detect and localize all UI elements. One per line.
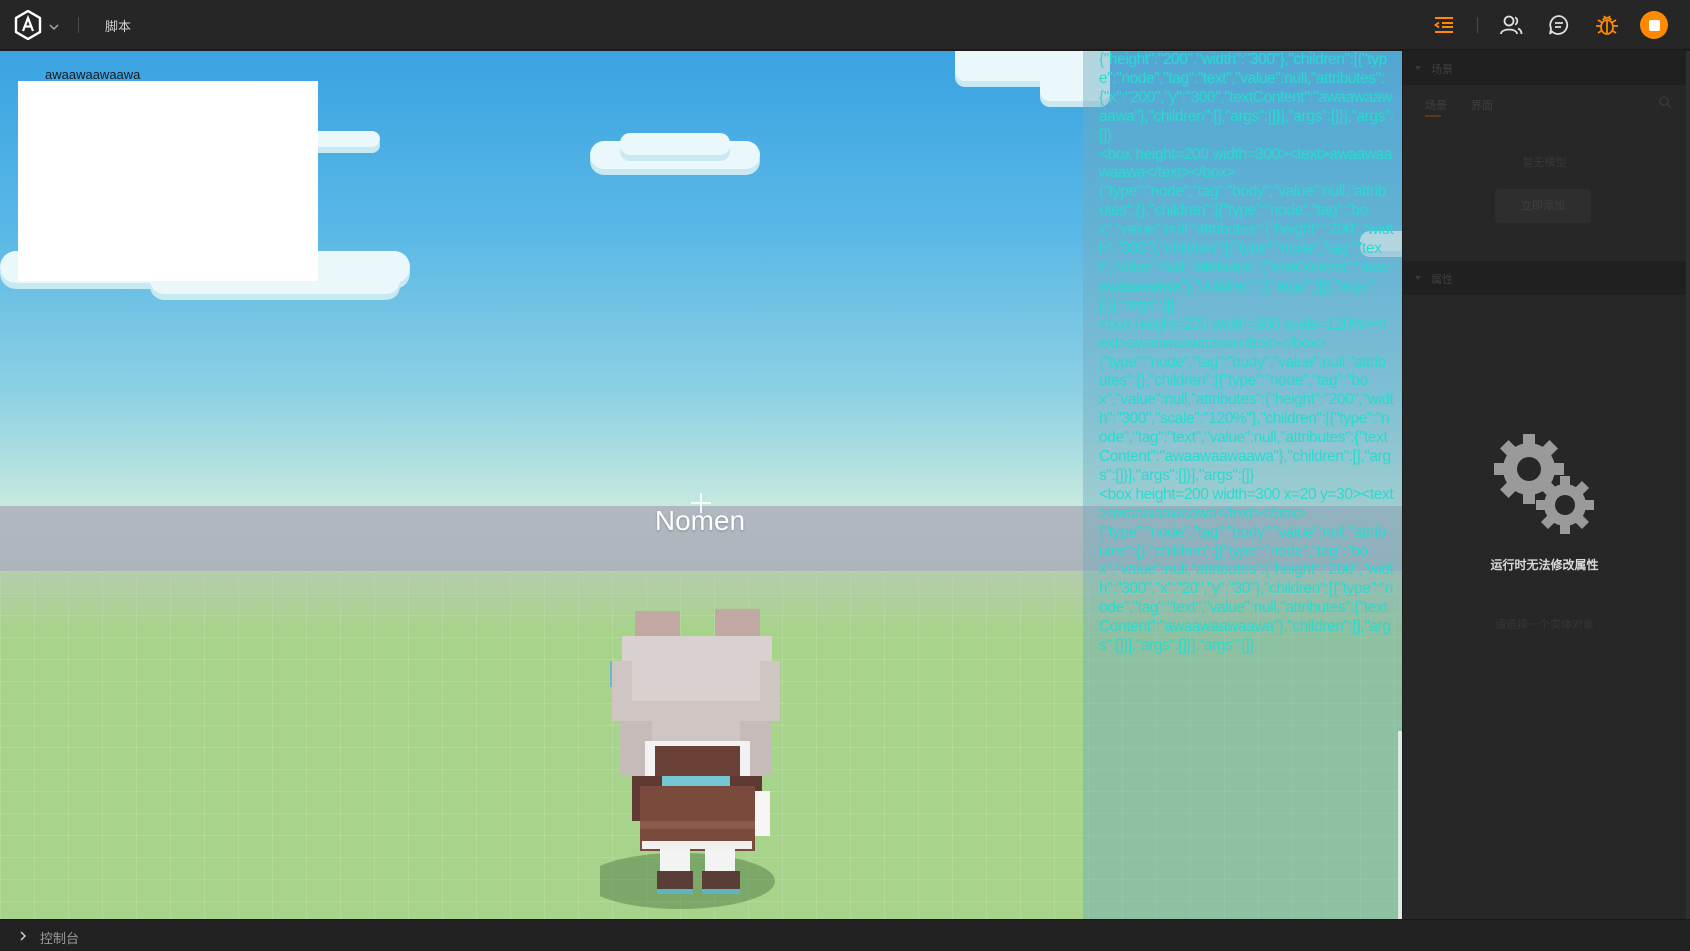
divider bbox=[1477, 17, 1478, 33]
log-line: {"type":"node","tag":"body","value":null… bbox=[1099, 353, 1394, 484]
stop-icon bbox=[1648, 19, 1660, 31]
chevron-right-icon[interactable] bbox=[18, 931, 28, 941]
log-line: <box height=200 width=300><text>awaawaaw… bbox=[1099, 145, 1392, 182]
log-line: {"type":"node","tag":"body","value":null… bbox=[1099, 183, 1394, 314]
chevron-down-icon[interactable] bbox=[48, 18, 60, 30]
editor-window: 脚本 awaawaawaawa Nomen {"height":"200","w… bbox=[0, 0, 1690, 951]
caret-down-icon bbox=[1415, 276, 1421, 280]
ui-box-text: awaawaawaawa bbox=[45, 67, 141, 82]
scene-section-header[interactable]: 场景 bbox=[1403, 51, 1686, 85]
gears-icon bbox=[1491, 431, 1601, 541]
chat-icon[interactable] bbox=[1546, 12, 1572, 38]
active-tab-indicator bbox=[1425, 115, 1441, 117]
tab-ui[interactable]: 界面 bbox=[1471, 97, 1493, 113]
log-line: {"height":"200","width":"300"},"children… bbox=[1099, 51, 1394, 144]
console-label[interactable]: 控制台 bbox=[40, 928, 79, 947]
select-entity-hint: 请选择一个实体对象 bbox=[1495, 618, 1594, 631]
game-viewport[interactable]: awaawaawaawa Nomen {"height":"200","widt… bbox=[0, 51, 1402, 919]
bug-icon[interactable] bbox=[1594, 12, 1620, 38]
caret-down-icon bbox=[1415, 66, 1421, 70]
running-notice: 运行时无法修改属性 bbox=[1490, 558, 1599, 572]
section-label: 场景 bbox=[1431, 63, 1453, 76]
top-toolbar: 脚本 bbox=[0, 0, 1690, 50]
stop-button[interactable] bbox=[1640, 11, 1668, 39]
right-panel: 场景 场景 界面 暂无模型 立即添加 属性 运行时无法修改属性 请选择一个实体对… bbox=[1403, 51, 1690, 919]
properties-section-header[interactable]: 属性 bbox=[1403, 261, 1686, 295]
divider bbox=[78, 17, 79, 33]
empty-hint: 暂无模型 bbox=[1522, 156, 1567, 169]
player-character bbox=[585, 551, 790, 911]
ui-box bbox=[18, 81, 318, 281]
add-now-button[interactable]: 立即添加 bbox=[1495, 189, 1591, 223]
list-indent-icon[interactable] bbox=[1431, 12, 1457, 38]
log-line: <box height=200 width=300 scale=120%><te… bbox=[1099, 315, 1386, 352]
log-line: <box height=200 width=300 x=20 y=30><tex… bbox=[1099, 485, 1394, 522]
users-icon[interactable] bbox=[1498, 12, 1524, 38]
cloud bbox=[620, 133, 730, 155]
log-overlay[interactable]: {"height":"200","width":"300"},"children… bbox=[1083, 51, 1402, 919]
console-bar[interactable]: 控制台 bbox=[0, 919, 1690, 951]
app-logo-icon[interactable] bbox=[13, 9, 43, 41]
tab-scene[interactable]: 场景 bbox=[1425, 97, 1447, 113]
page-title[interactable]: 脚本 bbox=[105, 16, 131, 35]
search-icon[interactable] bbox=[1658, 95, 1672, 109]
log-line: {"type":"node","tag":"body","value":null… bbox=[1099, 523, 1394, 655]
section-label: 属性 bbox=[1431, 273, 1453, 286]
log-scrollbar[interactable] bbox=[1398, 731, 1402, 919]
player-nametag: Nomen bbox=[654, 505, 746, 536]
panel-scrollbar[interactable] bbox=[1686, 51, 1690, 919]
